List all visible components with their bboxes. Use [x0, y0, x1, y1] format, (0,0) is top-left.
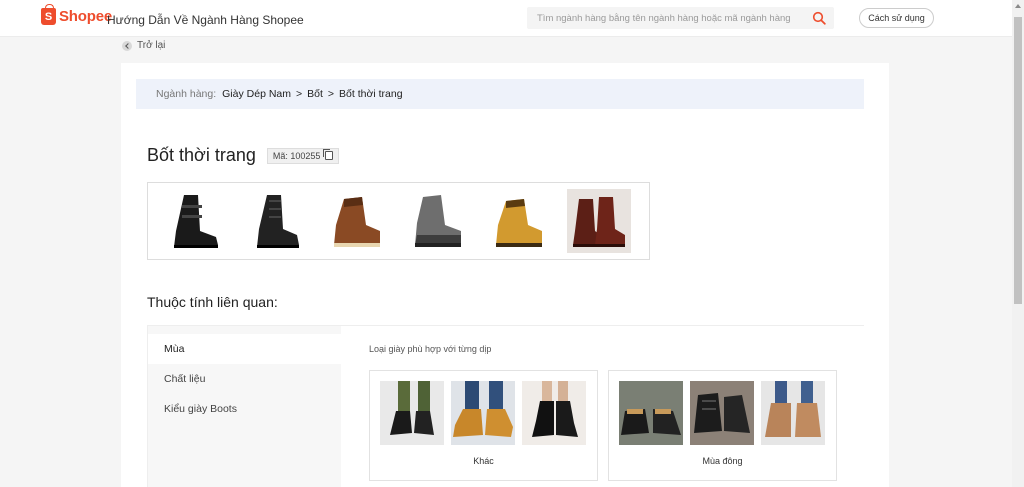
attribute-option-khac[interactable]: Khác [369, 370, 598, 481]
search-input[interactable] [527, 7, 797, 29]
tab-kieu-giay-boots[interactable]: Kiểu giày Boots [148, 394, 341, 424]
page-scrollbar[interactable] [1012, 0, 1024, 487]
chevron-left-icon [122, 40, 132, 51]
copy-icon[interactable] [323, 149, 334, 160]
boot-image-burgundy-pair [567, 189, 631, 253]
boot-image-grey-hiking [405, 189, 469, 253]
back-label: Trở lại [137, 40, 166, 51]
site-title[interactable]: Hướng Dẫn Về Ngành Hàng Shopee [107, 13, 304, 27]
option-image [522, 381, 586, 445]
option-image [690, 381, 754, 445]
boot-image-tan-work [486, 189, 550, 253]
breadcrumb-item-bot-thoi-trang[interactable]: Bốt thời trang [339, 88, 403, 100]
option-images [619, 381, 832, 445]
tab-chat-lieu[interactable]: Chất liệu [148, 364, 341, 394]
attributes-panel: Mùa Chất liệu Kiểu giày Boots Loại giày … [147, 325, 864, 487]
page-title: Bốt thời trang [147, 145, 256, 165]
shopee-logo[interactable]: S Shopee [41, 4, 112, 25]
option-image [761, 381, 825, 445]
top-header: S Shopee Hướng Dẫn Về Ngành Hàng Shopee … [0, 0, 1012, 37]
attribute-description: Loại giày phù hợp với từng dịp [369, 344, 492, 354]
search-icon[interactable] [812, 11, 826, 25]
breadcrumb-label: Ngành hàng: [156, 88, 217, 100]
boot-image-black-buckle [162, 189, 226, 253]
option-image [380, 381, 444, 445]
option-label: Mùa đông [702, 456, 743, 466]
attribute-content: Loại giày phù hợp với từng dịp Khác Mùa … [341, 326, 864, 487]
category-code: Mã: 100255 [272, 150, 321, 161]
tab-mua[interactable]: Mùa [148, 334, 341, 364]
breadcrumb-separator: > [327, 88, 335, 100]
scroll-up-icon[interactable] [1015, 4, 1021, 8]
product-gallery [147, 182, 650, 260]
attributes-tabs: Mùa Chất liệu Kiểu giày Boots [148, 326, 341, 487]
option-images [380, 381, 593, 445]
option-label: Khác [473, 456, 494, 466]
logo-text: Shopee [59, 8, 112, 25]
category-card: Ngành hàng: Giày Dép Nam > Bốt > Bốt thờ… [121, 63, 889, 487]
breadcrumb-item-giay-dep-nam[interactable]: Giày Dép Nam [222, 88, 291, 100]
breadcrumb: Ngành hàng: Giày Dép Nam > Bốt > Bốt thờ… [136, 79, 864, 109]
boot-image-black-lace [243, 189, 307, 253]
boot-image-brown-work [324, 189, 388, 253]
breadcrumb-separator: > [296, 88, 303, 100]
scroll-thumb[interactable] [1014, 17, 1022, 304]
option-image [451, 381, 515, 445]
search-bar [527, 7, 834, 29]
back-link[interactable]: Trở lại [122, 40, 165, 51]
how-to-use-button[interactable]: Cách sử dụng [859, 8, 934, 28]
category-code-badge[interactable]: Mã: 100255 [266, 147, 340, 164]
shopee-bag-icon: S [41, 4, 56, 25]
attribute-option-mua-dong[interactable]: Mùa đông [608, 370, 837, 481]
option-image [619, 381, 683, 445]
breadcrumb-item-bot[interactable]: Bốt [307, 88, 323, 100]
category-header: Bốt thời trang Mã: 100255 [147, 145, 340, 166]
related-attributes-title: Thuộc tính liên quan: [147, 294, 278, 310]
